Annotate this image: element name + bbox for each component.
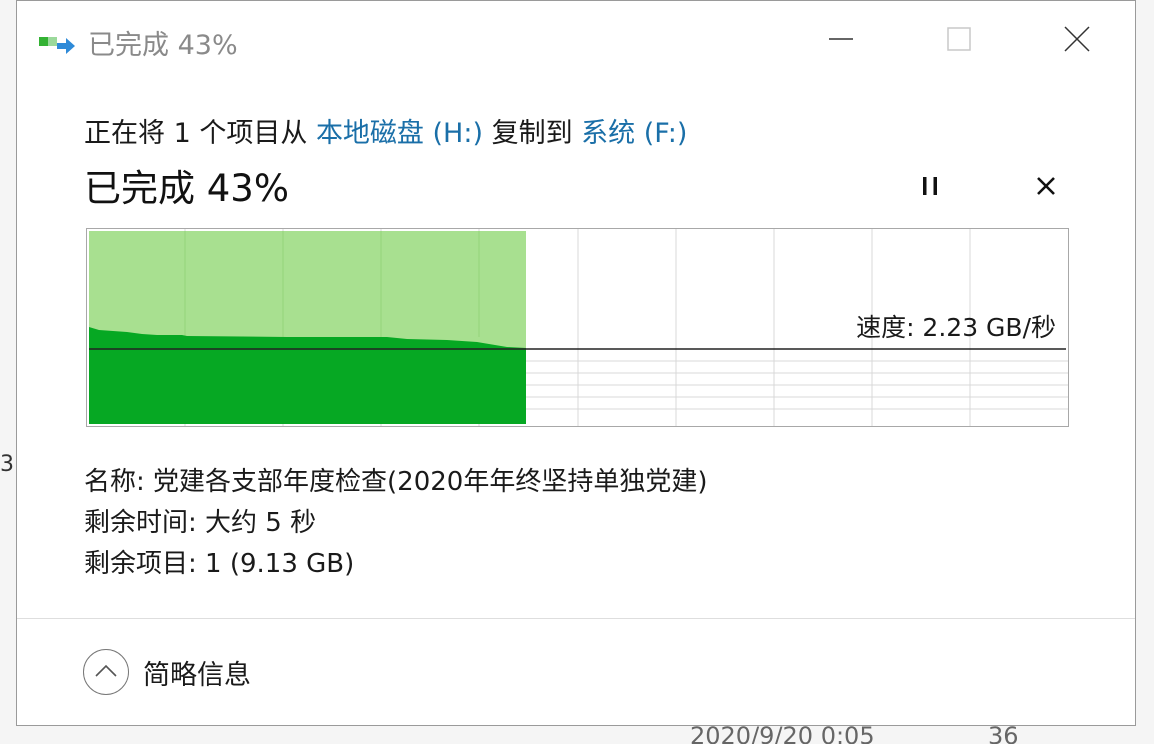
speed-history-area — [89, 327, 526, 424]
maximize-icon[interactable] — [939, 19, 979, 59]
footer-divider — [17, 618, 1135, 619]
title-bar[interactable]: 已完成 43% — [17, 1, 1135, 81]
copy-progress-dialog: 已完成 43% 正在将 1 个项目从 本地磁盘 (H:) 复制到 系统 (F:)… — [16, 0, 1136, 726]
copy-app-icon — [39, 37, 75, 54]
copy-prefix-text: 正在将 1 个项目从 — [84, 118, 316, 149]
time-remaining-value: 大约 5 秒 — [205, 508, 317, 538]
copy-middle-text: 复制到 — [483, 118, 582, 149]
window-title: 已完成 43% — [88, 30, 238, 61]
file-name-value: 党建各支部年度检查(2020年年终坚持单独党建) — [153, 467, 708, 497]
copy-description: 正在将 1 个项目从 本地磁盘 (H:) 复制到 系统 (F:) — [84, 111, 687, 150]
file-name-label: 名称: — [84, 467, 154, 497]
fewer-details-toggle[interactable]: 简略信息 — [83, 648, 251, 696]
fewer-details-label[interactable]: 简略信息 — [143, 653, 251, 692]
minimize-icon[interactable] — [821, 19, 861, 59]
speed-label: 速度: 2.23 GB/秒 — [856, 313, 1056, 342]
file-name-row: 名称: 党建各支部年度检查(2020年年终坚持单独党建) — [84, 461, 708, 498]
items-remaining-value: 1 (9.13 GB) — [205, 549, 355, 579]
background-text-fragment: 3 — [0, 452, 14, 477]
source-link[interactable]: 本地磁盘 (H:) — [316, 118, 483, 149]
chevron-up-icon[interactable] — [83, 649, 129, 695]
transfer-speed-graph: 速度: 2.23 GB/秒 — [86, 228, 1069, 427]
close-icon[interactable] — [1057, 19, 1097, 59]
pause-icon[interactable] — [913, 169, 947, 203]
desktop-background: 3 2020/9/20 0:05 36 已完成 43% 正在将 1 个项目从 本… — [0, 0, 1154, 744]
time-remaining-label: 剩余时间: — [84, 508, 206, 538]
items-remaining-label: 剩余项目: — [84, 549, 206, 579]
progress-status: 已完成 43% — [84, 167, 289, 210]
cancel-icon[interactable] — [1029, 169, 1063, 203]
destination-link[interactable]: 系统 (F:) — [581, 118, 687, 149]
items-remaining-row: 剩余项目: 1 (9.13 GB) — [84, 543, 354, 580]
time-remaining-row: 剩余时间: 大约 5 秒 — [84, 502, 316, 539]
